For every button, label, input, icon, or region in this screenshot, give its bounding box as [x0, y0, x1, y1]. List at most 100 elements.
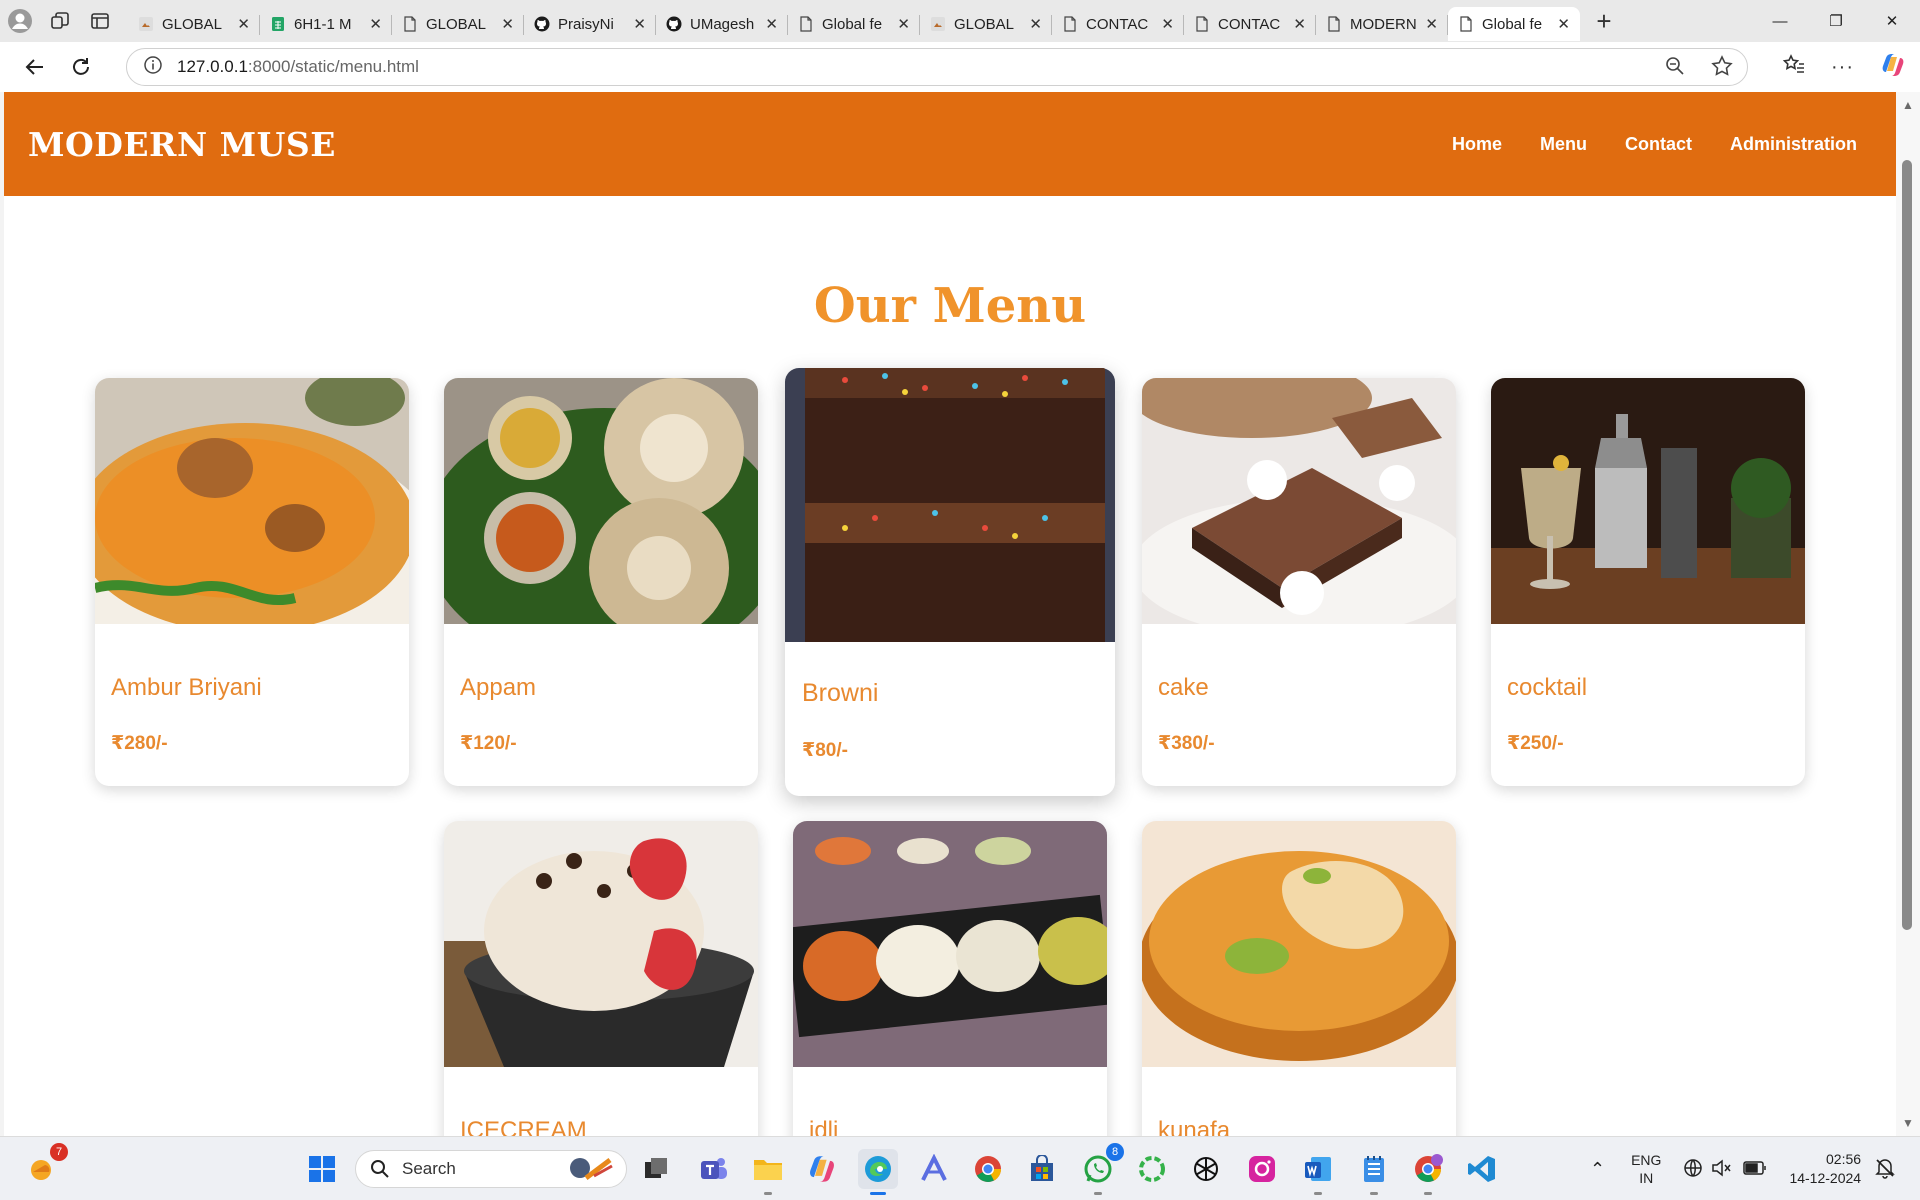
toolbar-actions: ··· [1782, 48, 1906, 86]
menu-item-price: ₹250/- [1507, 733, 1564, 754]
browser-tab[interactable]: GLOBAL ✕ [920, 7, 1052, 41]
copilot-app-icon[interactable] [802, 1149, 842, 1189]
chrome-icon[interactable] [968, 1149, 1008, 1189]
taskbar-search[interactable]: Search [355, 1150, 627, 1188]
notifications-icon[interactable] [1875, 1157, 1895, 1182]
page-scrollbar[interactable]: ▲ ▼ [1896, 92, 1920, 1136]
language-code: ENG [1631, 1152, 1662, 1168]
close-tab-icon[interactable]: ✕ [1161, 15, 1174, 33]
more-options-icon[interactable]: ··· [1831, 56, 1854, 79]
volume-muted-icon[interactable] [1711, 1158, 1733, 1181]
favorite-star-icon[interactable] [1711, 55, 1733, 82]
menu-card[interactable]: cake ₹380/- [1142, 378, 1456, 786]
battery-icon[interactable] [1743, 1160, 1767, 1178]
scrollbar-thumb[interactable] [1902, 160, 1912, 930]
close-tab-icon[interactable]: ✕ [501, 15, 514, 33]
arc-app-icon[interactable] [914, 1149, 954, 1189]
instagram-icon[interactable] [1242, 1149, 1282, 1189]
browser-tab[interactable]: UMagesh ✕ [656, 7, 788, 41]
browser-tab[interactable]: CONTAC ✕ [1184, 7, 1316, 41]
browser-tab[interactable]: MODERN ✕ [1316, 7, 1448, 41]
tab-title: CONTAC [1086, 15, 1149, 33]
close-tab-icon[interactable]: ✕ [1029, 15, 1042, 33]
nav-home[interactable]: Home [1452, 134, 1502, 155]
microsoft-store-icon[interactable] [1022, 1149, 1062, 1189]
address-bar[interactable]: 127.0.0.1:8000/static/menu.html [126, 48, 1748, 86]
close-tab-icon[interactable]: ✕ [1425, 15, 1438, 33]
close-tab-icon[interactable]: ✕ [897, 15, 910, 33]
back-icon[interactable] [12, 47, 58, 87]
weather-widget-icon[interactable]: 7 [22, 1143, 68, 1189]
zoom-icon[interactable] [1665, 56, 1685, 81]
chatgpt-icon[interactable] [1186, 1149, 1226, 1189]
menu-card[interactable]: cocktail ₹250/- [1491, 378, 1805, 786]
minimize-icon[interactable]: — [1752, 0, 1808, 42]
browser-tab-strip: GLOBAL ✕ 6H1-1 M ✕ GLOBAL ✕ PraisyNi ✕ UMagesh ✕ G… [0, 0, 1920, 42]
tab-list: GLOBAL ✕ 6H1-1 M ✕ GLOBAL ✕ PraisyNi ✕ UMagesh ✕ G… [128, 1, 1580, 41]
profile-icon[interactable] [0, 3, 40, 39]
task-view-icon[interactable] [636, 1149, 676, 1189]
menu-card[interactable]: Appam ₹120/- [444, 378, 758, 786]
copilot-icon[interactable] [1880, 52, 1906, 83]
language-indicator[interactable]: ENG IN [1631, 1151, 1661, 1187]
site-brand[interactable]: MODERN MUSE [28, 125, 336, 164]
ring-app-icon[interactable] [1132, 1149, 1172, 1189]
close-tab-icon[interactable]: ✕ [1557, 15, 1570, 33]
browser-tab[interactable]: 6H1-1 M ✕ [260, 7, 392, 41]
food-image [1142, 821, 1456, 1067]
region-code: IN [1639, 1170, 1654, 1186]
tab-actions-icon[interactable] [80, 3, 120, 39]
close-window-icon[interactable]: ✕ [1864, 0, 1920, 42]
nav-administration[interactable]: Administration [1730, 134, 1857, 155]
notepad-icon[interactable] [1354, 1149, 1394, 1195]
chrome-profile-icon[interactable] [1408, 1149, 1448, 1195]
workspaces-icon[interactable] [40, 3, 80, 39]
menu-card[interactable]: kunafa [1142, 821, 1456, 1136]
menu-card[interactable]: Ambur Briyani ₹280/- [95, 378, 409, 786]
network-icon[interactable] [1683, 1158, 1703, 1181]
favorites-icon[interactable] [1782, 53, 1805, 81]
tab-title: MODERN [1350, 15, 1417, 33]
browser-tab[interactable]: GLOBAL ✕ [128, 7, 260, 41]
close-tab-icon[interactable]: ✕ [633, 15, 646, 33]
nav-menu[interactable]: Menu [1540, 134, 1587, 155]
scroll-up-icon[interactable]: ▲ [1902, 98, 1914, 112]
tab-title: GLOBAL [954, 15, 1015, 33]
windows-start-icon[interactable] [302, 1149, 342, 1189]
tab-title: UMagesh [690, 15, 755, 33]
clock[interactable]: 02:56 14-12-2024 [1789, 1150, 1861, 1188]
close-tab-icon[interactable]: ✕ [237, 15, 250, 33]
browser-tab[interactable]: GLOBAL ✕ [392, 7, 524, 41]
browser-tab[interactable]: Global fe ✕ [788, 7, 920, 41]
search-highlight-icon [570, 1158, 613, 1180]
close-tab-icon[interactable]: ✕ [1293, 15, 1306, 33]
refresh-icon[interactable] [58, 47, 104, 87]
teams-icon[interactable] [694, 1149, 734, 1189]
browser-tab[interactable]: Global fe ✕ [1448, 7, 1580, 41]
food-image [444, 378, 758, 624]
menu-card[interactable]: Browni ₹80/- [785, 368, 1115, 796]
whatsapp-icon[interactable]: 8 [1078, 1143, 1124, 1195]
menu-item-name: kunafa [1158, 1117, 1231, 1136]
file-explorer-icon[interactable] [748, 1149, 788, 1195]
tab-title: CONTAC [1218, 15, 1281, 33]
browser-tab[interactable]: PraisyNi ✕ [524, 7, 656, 41]
close-tab-icon[interactable]: ✕ [369, 15, 382, 33]
menu-item-name: cake [1158, 674, 1209, 701]
browser-tab[interactable]: CONTAC ✕ [1052, 7, 1184, 41]
image-file-icon [931, 17, 945, 31]
tray-overflow-icon[interactable]: ⌃ [1590, 1159, 1605, 1180]
site-info-icon[interactable] [143, 55, 163, 80]
nav-contact[interactable]: Contact [1625, 134, 1692, 155]
restore-icon[interactable]: ❐ [1808, 0, 1864, 42]
whatsapp-badge: 8 [1106, 1143, 1124, 1161]
edge-icon[interactable] [858, 1149, 898, 1195]
word-icon[interactable] [1298, 1149, 1338, 1195]
menu-card[interactable]: ICECREAM [444, 821, 758, 1136]
menu-card[interactable]: idli [793, 821, 1107, 1136]
vscode-icon[interactable] [1462, 1149, 1502, 1189]
menu-item-name: Appam [460, 674, 537, 701]
new-tab-button[interactable]: + [1584, 4, 1624, 38]
scroll-down-icon[interactable]: ▼ [1902, 1116, 1914, 1130]
close-tab-icon[interactable]: ✕ [765, 15, 778, 33]
